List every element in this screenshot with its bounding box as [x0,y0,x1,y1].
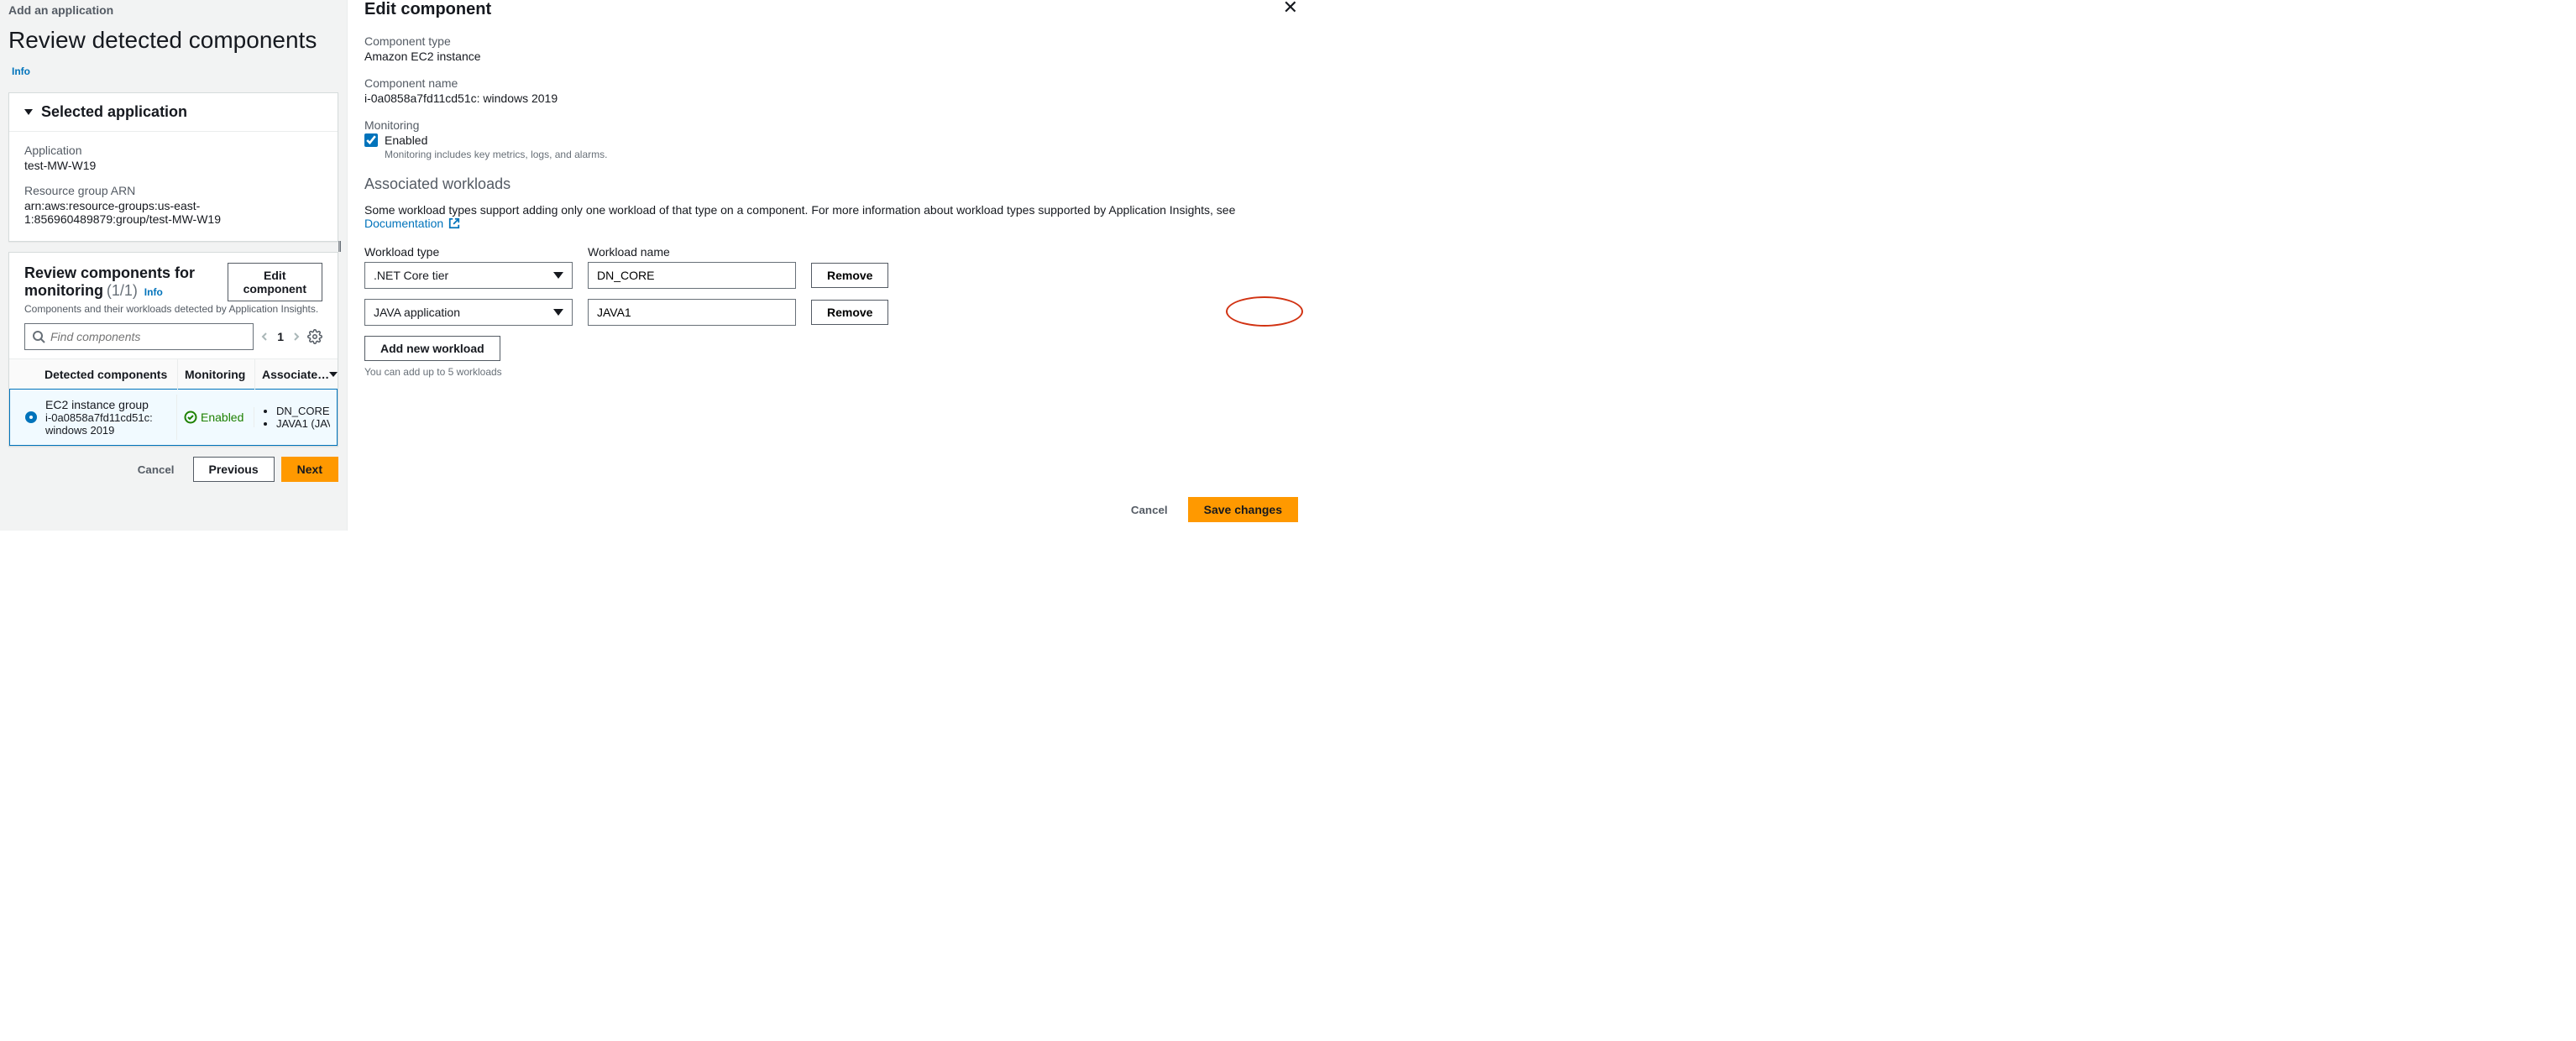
remove-workload-button[interactable]: Remove [811,300,888,325]
selected-app-body: Application test-MW-W19 Resource group A… [9,132,338,241]
documentation-link[interactable]: Documentation [364,217,443,230]
workload-name-header: Workload name [588,245,796,259]
page-title-text: Review detected components [8,27,317,53]
right-panel: || Edit component ✕ Component type Amazo… [347,0,1315,531]
associated-workloads-title: Associated workloads [364,175,1298,193]
annotation-highlight [1226,296,1303,327]
table-row[interactable]: EC2 instance group i-0a0858a7fd11cd51c: … [9,389,338,446]
close-icon[interactable]: ✕ [1283,0,1298,15]
save-changes-button[interactable]: Save changes [1188,497,1298,522]
associated-workloads-desc: Some workload types support adding only … [364,203,1298,230]
caret-down-icon [329,372,338,377]
chevron-left-icon[interactable] [260,332,269,341]
left-panel: Add an application Review detected compo… [0,0,347,531]
search-icon [32,330,45,343]
panel-footer: Cancel Save changes [1119,497,1298,522]
component-name-label: Component name [364,76,1298,90]
component-type-value: Amazon EC2 instance [364,50,1298,63]
component-type-label: Component type [364,34,1298,48]
cell-component: EC2 instance group i-0a0858a7fd11cd51c: … [39,395,177,440]
drag-handle-icon[interactable]: || [338,238,349,254]
external-link-icon [448,217,460,229]
cancel-button[interactable]: Cancel [126,457,186,482]
pager: 1 [260,330,301,343]
application-value: test-MW-W19 [24,159,322,172]
monitoring-status: Enabled [201,411,243,424]
component-name-value: i-0a0858a7fd11cd51c: windows 2019 [364,92,1298,105]
previous-button[interactable]: Previous [193,457,275,482]
monitoring-helper: Monitoring includes key metrics, logs, a… [385,149,1298,160]
edit-component-button[interactable]: Edit component [228,263,322,301]
workload-type-value: .NET Core tier [374,269,448,282]
assoc-desc-text: Some workload types support adding only … [364,203,1235,217]
cell-associated: DN_CORE (.NET JAVA1 (JAVA ap [254,401,337,433]
col-associated[interactable]: Associate… [255,359,338,390]
caret-down-icon [24,109,33,115]
workload-type-select[interactable]: .NET Core tier [364,262,573,289]
wizard-footer: Cancel Previous Next [8,447,338,482]
assoc-item: DN_CORE (.NET [276,405,330,417]
review-count: (1/1) [107,282,138,299]
chevron-right-icon[interactable] [292,332,301,341]
search-input-wrap[interactable] [24,323,254,350]
selected-application-card: Selected application Application test-MW… [8,92,338,242]
selected-app-title: Selected application [41,103,187,121]
info-link[interactable]: Info [12,65,30,77]
row-radio-selected[interactable] [25,411,37,423]
col-associated-label: Associate… [262,368,329,381]
page-title: Review detected components Info [8,27,338,81]
breadcrumb: Add an application [8,0,338,24]
component-sub: i-0a0858a7fd11cd51c: windows 2019 [45,411,170,437]
review-subtext: Components and their workloads detected … [9,303,338,323]
add-workload-button[interactable]: Add new workload [364,336,500,361]
arn-label: Resource group ARN [24,184,322,197]
arn-value: arn:aws:resource-groups:us-east-1:856960… [24,199,322,226]
monitoring-label: Monitoring [364,118,1298,132]
check-circle-icon [184,411,197,424]
panel-title: Edit component [364,0,491,19]
caret-down-icon [553,272,563,279]
panel-cancel-button[interactable]: Cancel [1119,499,1180,521]
workload-name-input[interactable] [588,262,796,289]
cell-monitoring: Enabled [177,407,254,427]
workload-type-value: JAVA application [374,306,460,319]
next-button[interactable]: Next [281,457,338,482]
monitoring-enabled-checkbox[interactable] [364,133,378,147]
review-info-link[interactable]: Info [144,286,163,298]
selected-app-header[interactable]: Selected application [9,93,338,131]
col-monitoring[interactable]: Monitoring [178,359,255,390]
component-name: EC2 instance group [45,398,170,411]
search-input[interactable] [50,330,246,343]
workload-row: .NET Core tier Remove [364,262,1298,289]
application-label: Application [24,144,322,157]
gear-icon[interactable] [307,329,322,344]
workload-limit-hint: You can add up to 5 workloads [364,366,1298,378]
monitoring-enabled-label: Enabled [385,133,427,147]
workload-row: JAVA application Remove [364,299,1298,326]
page-number: 1 [277,330,284,343]
review-components-card: Review components for monitoring (1/1) I… [8,252,338,447]
caret-down-icon [553,309,563,316]
workload-type-header: Workload type [364,245,573,259]
assoc-item: JAVA1 (JAVA ap [276,417,330,430]
remove-workload-button[interactable]: Remove [811,263,888,288]
workload-type-select[interactable]: JAVA application [364,299,573,326]
workload-name-input[interactable] [588,299,796,326]
col-detected-components[interactable]: Detected components [38,359,178,390]
table-header: Detected components Monitoring Associate… [9,358,338,390]
